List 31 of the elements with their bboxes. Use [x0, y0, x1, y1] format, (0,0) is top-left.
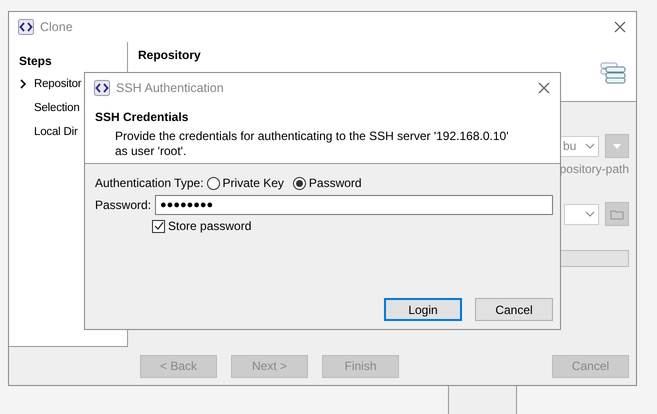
chevron-icon: [19, 79, 27, 89]
text-field[interactable]: [559, 250, 629, 267]
dialog-description: Provide the credentials for authenticating to the SSH server '192.168.0.10' as user 'root'.: [114, 129, 510, 159]
hint-text: pository-path: [560, 162, 629, 176]
steps-heading: Steps: [19, 54, 53, 68]
chevron-down-icon: [585, 143, 595, 149]
dialog-title: SSH Authentication: [116, 80, 225, 94]
caret-icon: [613, 144, 621, 148]
database-icon: [600, 62, 626, 84]
field-label: Password:: [95, 198, 152, 212]
chevron-down-icon: [585, 211, 595, 217]
checkbox[interactable]: [152, 220, 165, 232]
close-icon[interactable]: [538, 82, 550, 94]
dialog-heading: SSH Credentials: [95, 110, 190, 124]
checkbox-label[interactable]: Store password: [168, 219, 252, 233]
dialog-button[interactable]: Login: [384, 298, 462, 321]
checkmark-icon: [154, 221, 164, 231]
radio-button[interactable]: [292, 176, 306, 190]
dialog-button[interactable]: Cancel: [475, 298, 553, 321]
code-icon: [18, 19, 34, 35]
window-title: Clone: [40, 20, 74, 34]
close-icon[interactable]: [614, 21, 626, 33]
code-icon: [94, 80, 110, 96]
radio-label[interactable]: Private Key: [222, 176, 284, 190]
password-field[interactable]: ●●●●●●●●: [155, 195, 553, 215]
field-label: Authentication Type:: [95, 176, 204, 190]
page-title: Repository: [138, 48, 201, 62]
radio-label[interactable]: Password: [308, 176, 362, 190]
combo-text: bu: [562, 139, 576, 153]
folder-icon: [610, 208, 624, 220]
radio-button[interactable]: [206, 176, 220, 190]
